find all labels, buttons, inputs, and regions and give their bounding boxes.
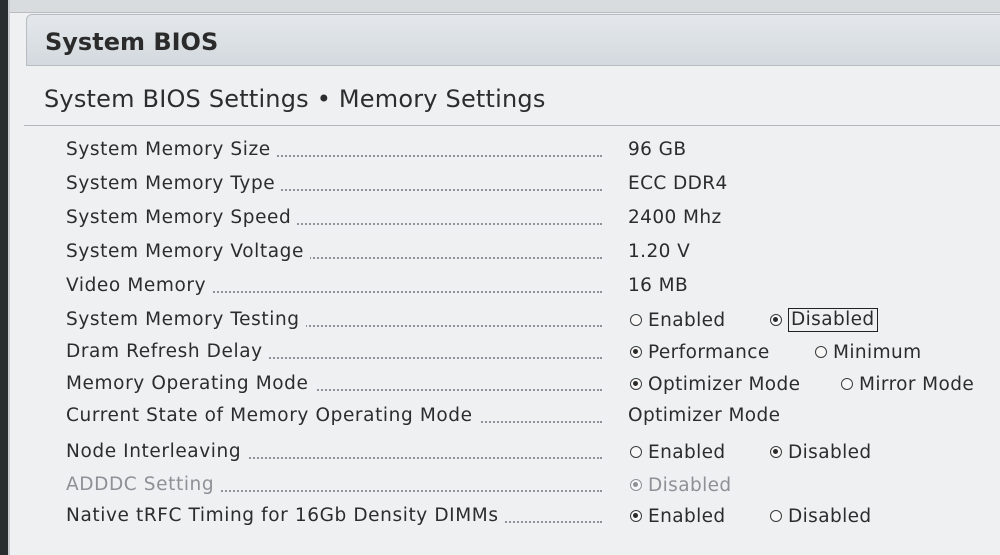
- setting-value: 2400 Mhz: [628, 207, 722, 228]
- option-label: Disabled: [788, 441, 872, 463]
- setting-row-native-trfc-timing: Native tRFC Timing for 16Gb Density DIMM…: [66, 501, 1000, 533]
- setting-label: System Memory Speed: [66, 207, 298, 228]
- setting-row-node-interleaving: Node Interleaving Enabled Disabled: [66, 437, 1000, 469]
- option-label: Performance: [648, 341, 770, 363]
- radio-unchecked-icon: [770, 510, 782, 522]
- radio-unchecked-icon: [841, 378, 853, 390]
- radio-checked-icon: [770, 446, 782, 458]
- section-divider: [24, 125, 1000, 126]
- setting-row-system-memory-voltage: System Memory Voltage 1.20 V: [66, 237, 1000, 269]
- radio-option-mirror-mode[interactable]: Mirror Mode: [841, 371, 974, 397]
- radio-checked-icon: [770, 314, 782, 326]
- setting-label: System Memory Testing: [66, 309, 306, 330]
- option-label: Minimum: [833, 341, 922, 363]
- setting-row-current-state-memory-operating-mode: Current State of Memory Operating Mode O…: [66, 401, 1000, 433]
- setting-label: Video Memory: [66, 275, 213, 296]
- radio-option-disabled[interactable]: Disabled: [770, 503, 872, 529]
- option-label: Optimizer Mode: [648, 373, 801, 395]
- setting-value: ECC DDR4: [628, 173, 728, 194]
- setting-label: System Memory Type: [66, 173, 282, 194]
- option-label: Enabled: [648, 441, 726, 463]
- option-label: Disabled: [648, 474, 732, 496]
- bios-header: System BIOS: [26, 14, 1000, 66]
- radio-checked-icon: [630, 510, 642, 522]
- setting-row-system-memory-testing: System Memory Testing Enabled Disabled: [66, 305, 1000, 337]
- bios-screen: System BIOS System BIOS Settings • Memor…: [8, 0, 1000, 555]
- setting-label: ADDDC Setting: [66, 474, 221, 495]
- top-strip: [10, 0, 1000, 13]
- setting-row-system-memory-type: System Memory Type ECC DDR4: [66, 169, 1000, 201]
- radio-option-performance[interactable]: Performance: [630, 339, 770, 365]
- option-label: Mirror Mode: [859, 373, 975, 395]
- setting-label: Node Interleaving: [66, 441, 248, 462]
- setting-label: System Memory Size: [66, 139, 277, 160]
- radio-option-disabled[interactable]: Disabled: [770, 307, 878, 333]
- radio-option-enabled[interactable]: Enabled: [630, 503, 726, 529]
- radio-option-disabled[interactable]: Disabled: [770, 439, 872, 465]
- setting-row-video-memory: Video Memory 16 MB: [66, 271, 1000, 303]
- setting-row-adddc-setting: ADDDC Setting Disabled: [66, 470, 1000, 502]
- option-label: Enabled: [648, 309, 726, 331]
- radio-option-disabled: Disabled: [630, 472, 732, 498]
- bios-header-title: System BIOS: [45, 28, 219, 56]
- option-label: Enabled: [648, 505, 726, 527]
- setting-label: Native tRFC Timing for 16Gb Density DIMM…: [66, 505, 505, 526]
- setting-label: Memory Operating Mode: [66, 373, 315, 394]
- radio-unchecked-icon: [630, 446, 642, 458]
- radio-option-enabled[interactable]: Enabled: [630, 439, 726, 465]
- setting-value: Optimizer Mode: [628, 405, 781, 426]
- option-label: Disabled: [788, 505, 872, 527]
- setting-row-memory-operating-mode: Memory Operating Mode Optimizer Mode Mir…: [66, 369, 1000, 401]
- setting-label: Current State of Memory Operating Mode: [66, 405, 479, 426]
- setting-row-dram-refresh-delay: Dram Refresh Delay Performance Minimum: [66, 337, 1000, 369]
- radio-checked-icon: [630, 479, 642, 491]
- radio-checked-icon: [630, 346, 642, 358]
- page-title: System BIOS Settings • Memory Settings: [44, 85, 546, 113]
- radio-option-minimum[interactable]: Minimum: [815, 339, 922, 365]
- radio-option-optimizer-mode[interactable]: Optimizer Mode: [630, 371, 800, 397]
- setting-row-system-memory-speed: System Memory Speed 2400 Mhz: [66, 203, 1000, 235]
- radio-option-enabled[interactable]: Enabled: [630, 307, 726, 333]
- setting-value: 16 MB: [628, 275, 689, 296]
- radio-checked-icon: [630, 378, 642, 390]
- setting-label: System Memory Voltage: [66, 241, 310, 262]
- radio-unchecked-icon: [815, 346, 827, 358]
- radio-unchecked-icon: [630, 314, 642, 326]
- setting-value: 96 GB: [628, 139, 687, 160]
- setting-row-system-memory-size: System Memory Size 96 GB: [66, 135, 1000, 167]
- option-label: Disabled: [788, 308, 878, 332]
- setting-label: Dram Refresh Delay: [66, 341, 269, 362]
- setting-value: 1.20 V: [628, 241, 691, 262]
